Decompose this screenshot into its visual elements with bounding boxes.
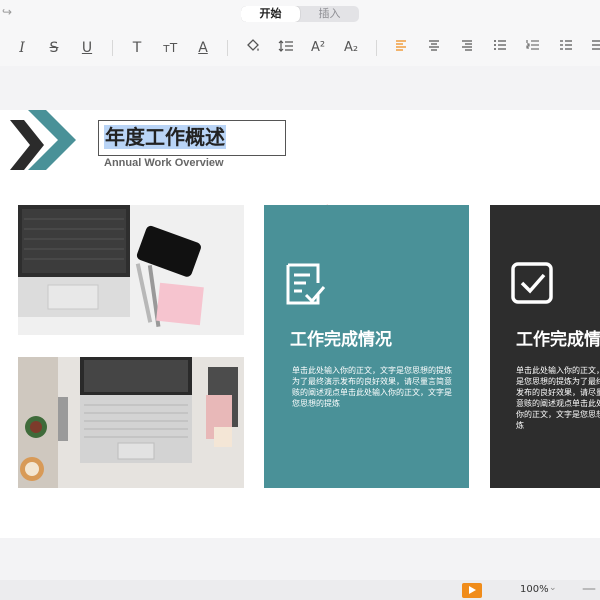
slide-subtitle[interactable]: Annual Work Overview bbox=[104, 157, 224, 169]
card-title[interactable]: 工作完成情 bbox=[516, 325, 600, 350]
checkbox-icon bbox=[511, 262, 553, 304]
fill-color-icon[interactable] bbox=[243, 38, 263, 58]
laptop-workspace-photo[interactable] bbox=[18, 357, 244, 488]
redo-icon[interactable]: ↪ bbox=[2, 5, 12, 19]
zoom-level[interactable]: 100% bbox=[520, 584, 549, 595]
underline-icon[interactable]: U bbox=[77, 38, 97, 58]
italic-icon[interactable]: I bbox=[12, 38, 32, 58]
canvas-background bbox=[0, 66, 600, 110]
toolbar-divider bbox=[112, 40, 113, 56]
format-toolbar: I S U T ᴛT A A² A₂ bbox=[0, 30, 600, 66]
work-status-card[interactable]: 工作完成情况 单击此处输入你的正文，文字是您思想的提炼为了最终演示发布的良好效果… bbox=[264, 205, 469, 488]
laptop-desk-photo[interactable] bbox=[18, 205, 244, 335]
play-slideshow-icon[interactable] bbox=[462, 583, 482, 598]
tab-start[interactable]: 开始 bbox=[241, 6, 300, 22]
indent-list-icon[interactable] bbox=[556, 38, 576, 58]
font-color-icon[interactable]: A bbox=[193, 38, 213, 58]
superscript-icon[interactable]: A² bbox=[308, 38, 328, 58]
tab-insert[interactable]: 插入 bbox=[300, 6, 359, 22]
numbered-list-icon[interactable] bbox=[523, 38, 543, 58]
strikethrough-icon[interactable]: S bbox=[44, 38, 64, 58]
align-right-icon[interactable] bbox=[457, 38, 477, 58]
chevron-down-icon[interactable]: ⌄ bbox=[549, 583, 557, 593]
canvas-background bbox=[0, 538, 600, 580]
text-size-icon[interactable]: ᴛT bbox=[160, 38, 180, 58]
toolbar-divider bbox=[376, 40, 377, 56]
checklist-icon bbox=[286, 263, 326, 305]
card-body-text[interactable]: 单击此处输入你的正文，文字是您思想的提炼为了最终演示发布的良好效果，请尽量言简意… bbox=[516, 365, 600, 431]
title-text-box[interactable]: 年度工作概述 bbox=[98, 120, 286, 156]
text-style-icon[interactable]: T bbox=[127, 38, 147, 58]
bullet-list-icon[interactable] bbox=[490, 38, 510, 58]
slide-title[interactable]: 年度工作概述 bbox=[104, 125, 226, 149]
zoom-out-icon[interactable]: — bbox=[582, 581, 596, 597]
work-status-card-dark[interactable]: 工作完成情 单击此处输入你的正文，文字是您思想的提炼为了最终演示发布的良好效果，… bbox=[490, 205, 600, 488]
status-bar: 100% ⌄ — bbox=[0, 580, 600, 600]
align-center-icon[interactable] bbox=[424, 38, 444, 58]
subscript-icon[interactable]: A₂ bbox=[341, 38, 361, 58]
line-spacing-icon[interactable] bbox=[276, 38, 296, 58]
toolbar-divider bbox=[227, 40, 228, 56]
more-tools-icon[interactable] bbox=[588, 38, 600, 58]
card-title[interactable]: 工作完成情况 bbox=[290, 325, 392, 350]
chevron-logo-icon bbox=[10, 110, 76, 170]
card-body-text[interactable]: 单击此处输入你的正文，文字是您思想的提炼为了最终演示发布的良好效果，请尽量言简意… bbox=[292, 365, 452, 409]
slide-canvas[interactable]: 年度工作概述 Annual Work Overview 工作完成情况 单击此处输… bbox=[0, 110, 600, 538]
ribbon-tab-switcher: 开始 插入 bbox=[241, 6, 359, 22]
align-left-icon[interactable] bbox=[391, 38, 411, 58]
title-bar: ↪ 开始 插入 bbox=[0, 0, 600, 30]
